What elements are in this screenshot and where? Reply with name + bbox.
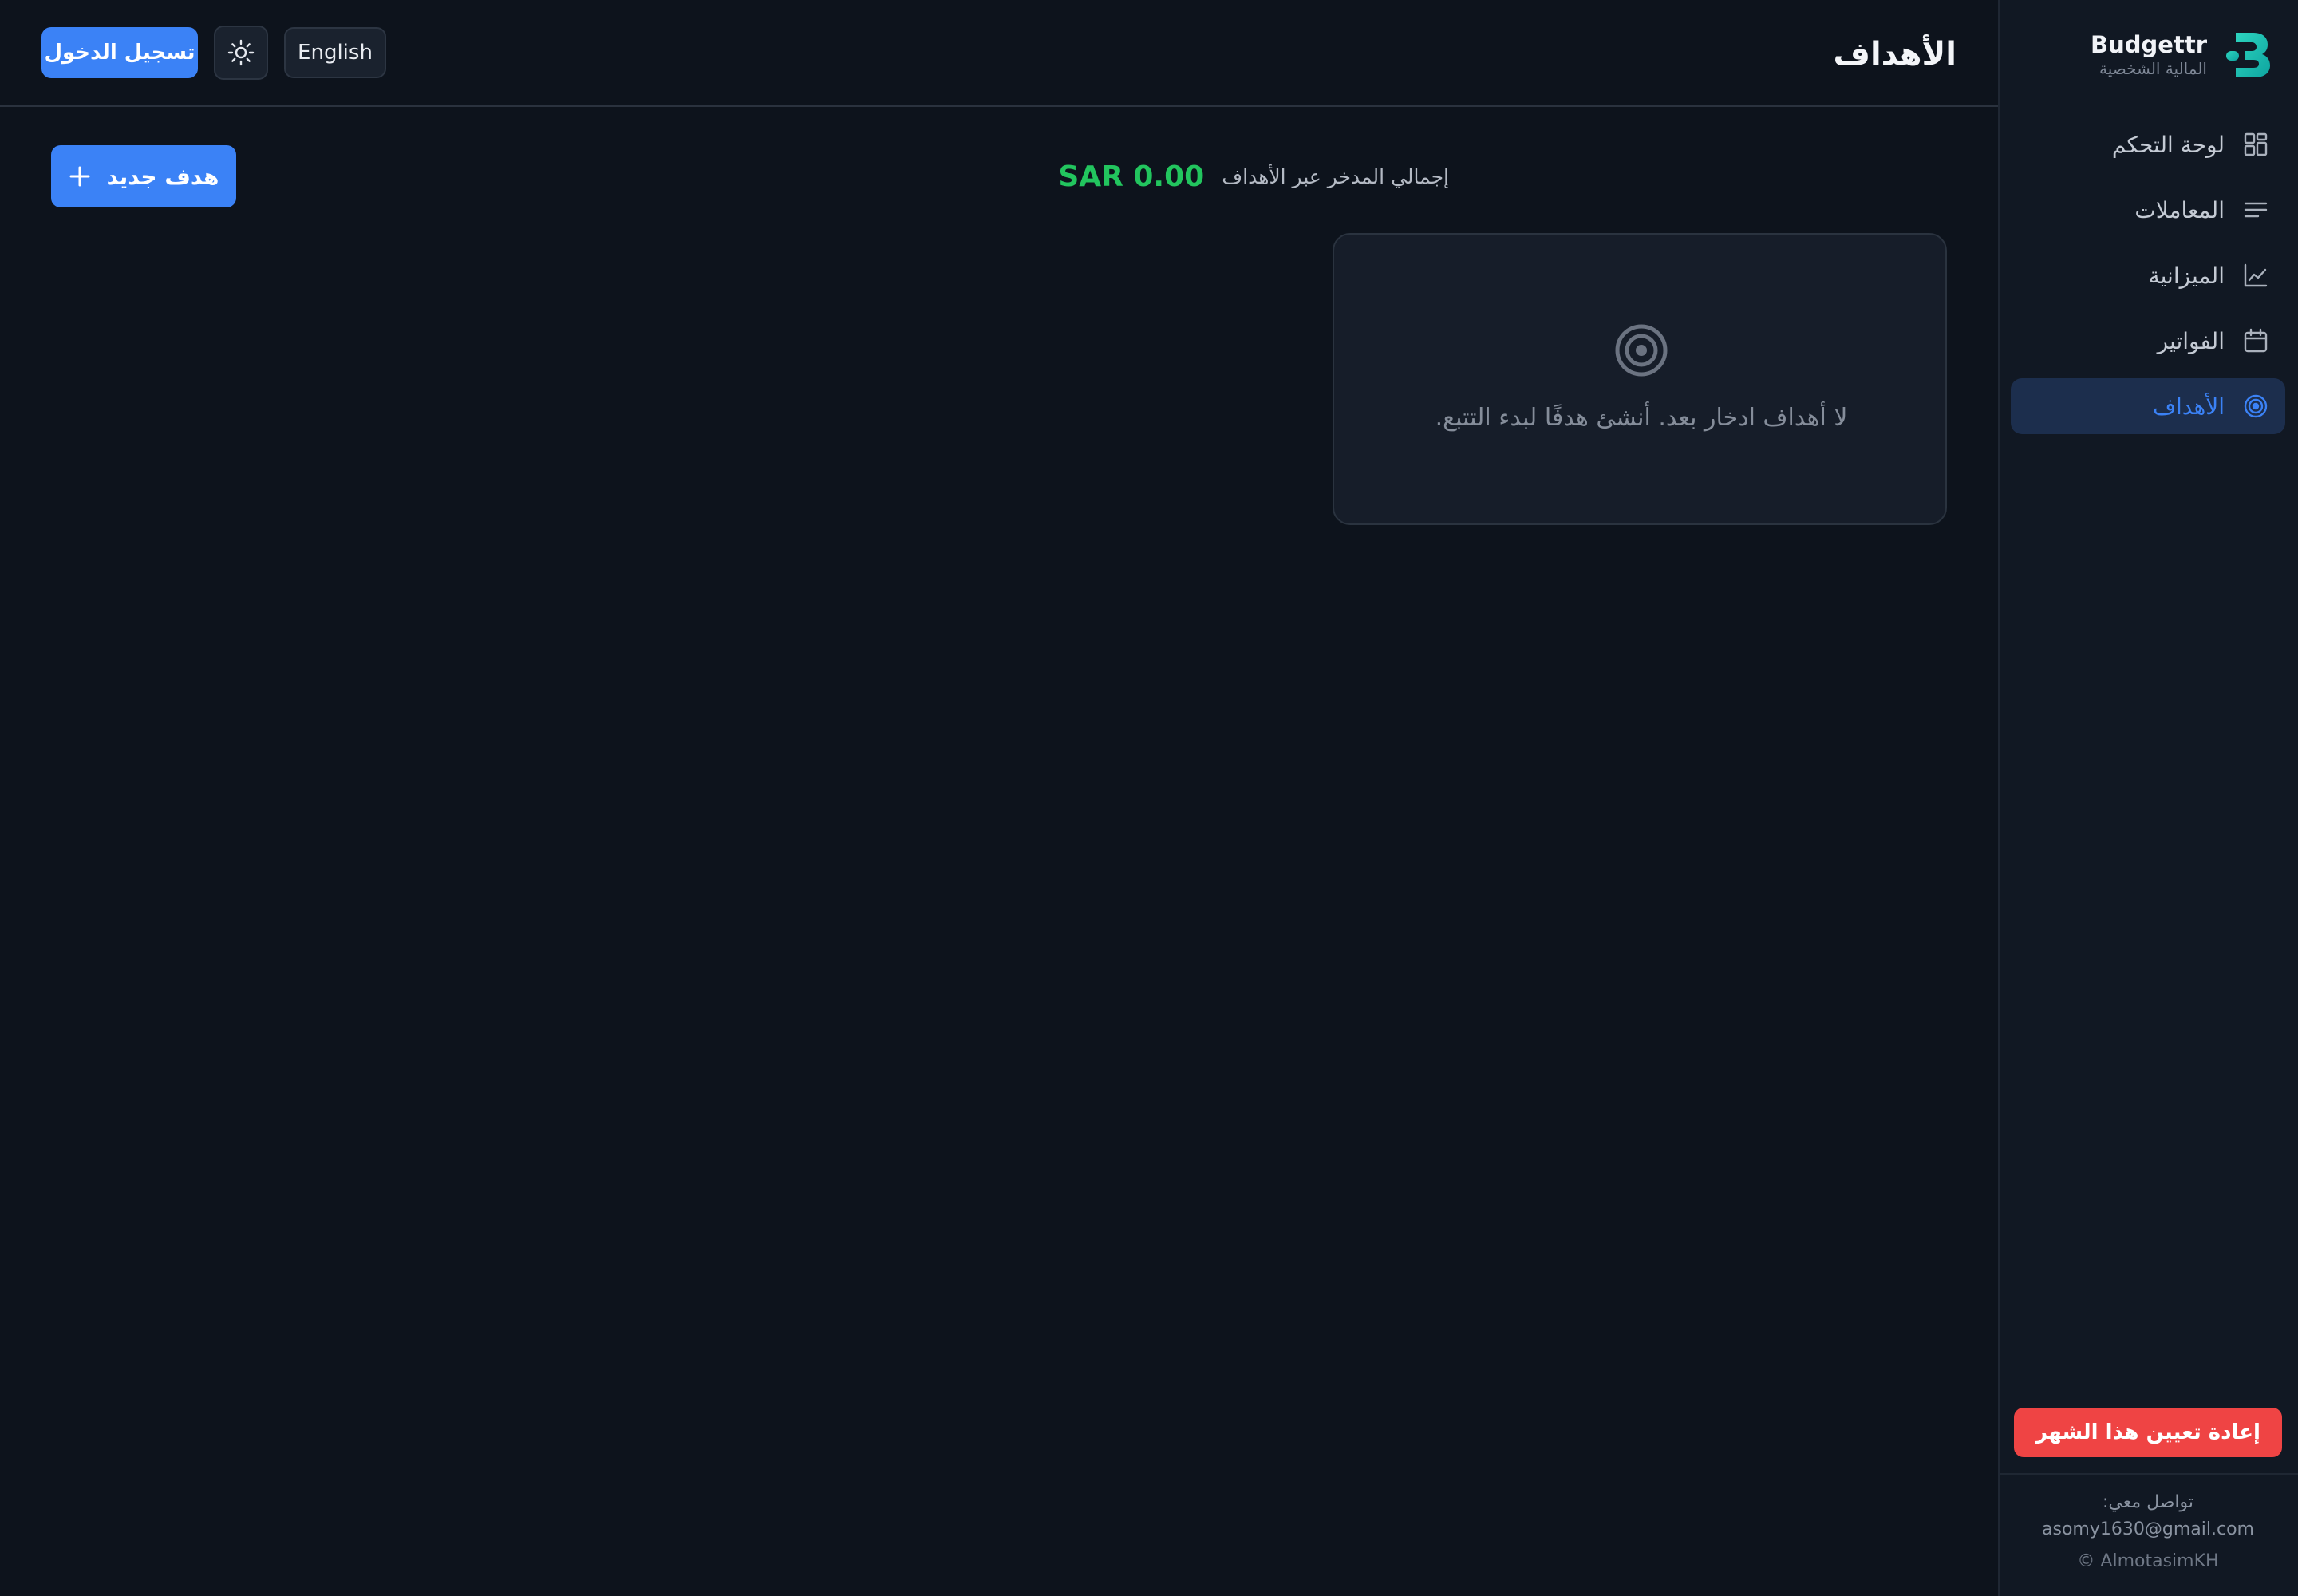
empty-state-message: لا أهداف ادخار بعد. أنشئ هدفًا لبدء التت…: [1435, 404, 1848, 432]
target-icon: [1615, 324, 1668, 377]
plus-icon: [69, 165, 91, 188]
sidebar-divider: [1998, 1473, 2298, 1475]
sidebar-item-budget[interactable]: الميزانية: [2011, 247, 2285, 303]
brand[interactable]: Budgettr المالية الشخصية: [2091, 27, 2272, 83]
sidebar-nav: لوحة التحكم المعاملات الميزانية الفواتير…: [2011, 117, 2285, 444]
sidebar-item-label: لوحة التحكم: [2111, 131, 2225, 158]
sidebar-item-label: المعاملات: [2134, 196, 2225, 223]
copyright: © AlmotasimKH: [2077, 1551, 2219, 1571]
sidebar-item-transactions[interactable]: المعاملات: [2011, 182, 2285, 238]
sun-icon: [227, 39, 255, 66]
brand-name: Budgettr: [2091, 31, 2207, 58]
total-saved-value: SAR 0.00: [1058, 160, 1205, 193]
login-button[interactable]: تسجيل الدخول: [41, 27, 198, 78]
line-chart-icon: [2242, 262, 2269, 289]
contact-info: تواصل معي: asomy1630@gmail.com: [1998, 1489, 2298, 1543]
new-goal-button[interactable]: هدف جديد: [51, 145, 236, 207]
contact-email-link[interactable]: asomy1630@gmail.com: [1998, 1516, 2298, 1543]
brand-subtitle: المالية الشخصية: [2099, 59, 2207, 78]
target-icon: [2242, 393, 2269, 420]
calendar-icon: [2242, 327, 2269, 354]
brand-text: Budgettr المالية الشخصية: [2091, 31, 2207, 79]
sidebar-item-bills[interactable]: الفواتير: [2011, 313, 2285, 369]
reset-month-button[interactable]: إعادة تعيين هذا الشهر: [2014, 1408, 2282, 1457]
total-saved-label: إجمالي المدخر عبر الأهداف: [1222, 164, 1449, 188]
sidebar-item-label: الأهداف: [2152, 393, 2225, 420]
total-saved-row: إجمالي المدخر عبر الأهداف SAR 0.00: [1058, 156, 1449, 196]
top-header: الأهداف English تسجيل الدخول: [0, 0, 1998, 107]
sidebar-item-goals[interactable]: الأهداف: [2011, 378, 2285, 434]
list-lines-icon: [2242, 196, 2269, 223]
contact-label: تواصل معي:: [2102, 1492, 2194, 1512]
sidebar-item-label: الميزانية: [2148, 262, 2225, 289]
new-goal-label: هدف جديد: [106, 163, 219, 190]
budgettr-logo-icon: [2226, 33, 2270, 77]
dashboard-grid-icon: [2242, 131, 2269, 158]
theme-toggle-button[interactable]: [214, 26, 268, 80]
sidebar-item-label: الفواتير: [2157, 327, 2225, 354]
page-title: الأهداف: [1833, 36, 1956, 73]
sidebar-item-dashboard[interactable]: لوحة التحكم: [2011, 117, 2285, 172]
language-toggle-button[interactable]: English: [284, 27, 386, 78]
empty-goals-card: لا أهداف ادخار بعد. أنشئ هدفًا لبدء التت…: [1333, 233, 1947, 525]
sidebar: Budgettr المالية الشخصية لوحة التحكم الم…: [1998, 0, 2298, 1596]
